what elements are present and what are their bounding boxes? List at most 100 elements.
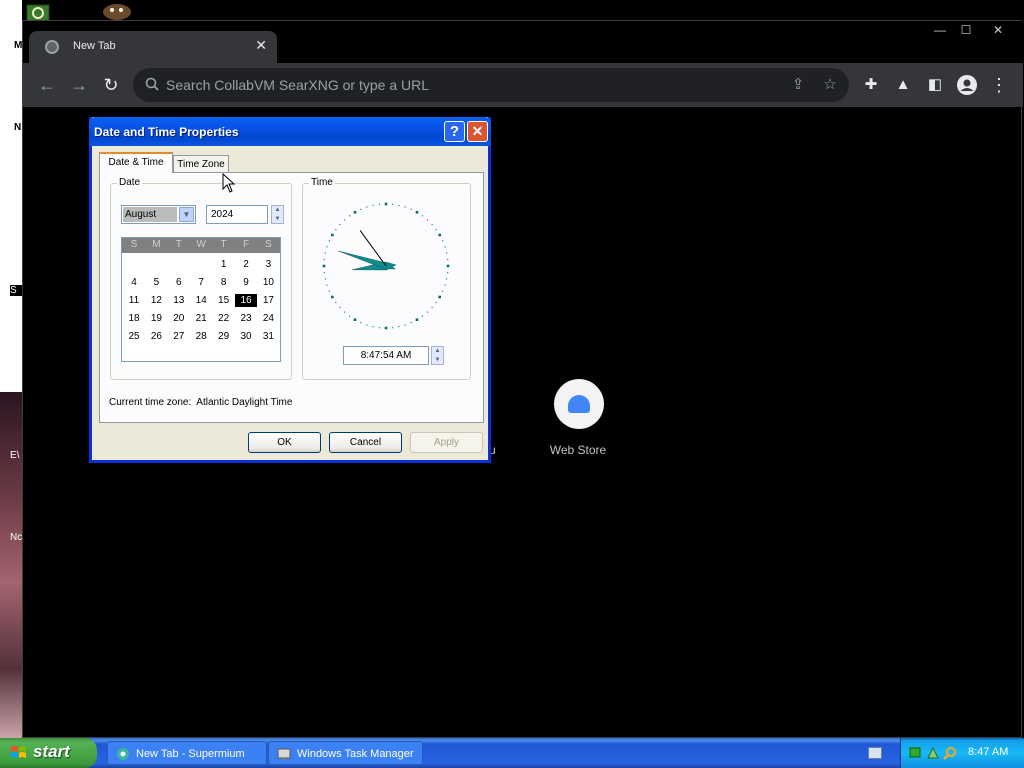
calendar-day[interactable]: 24	[257, 312, 279, 325]
tab-time-zone[interactable]: Time Zone	[173, 155, 229, 173]
extensions-icon[interactable]: ✚	[859, 73, 883, 97]
clock-minute-tick	[391, 203, 394, 205]
month-dropdown[interactable]: August ▼	[121, 205, 196, 224]
clock-minute-tick	[435, 301, 437, 303]
safely-remove-icon[interactable]	[926, 746, 940, 760]
calendar-day[interactable]: 22	[213, 312, 235, 325]
calendar-day[interactable]: 31	[257, 330, 279, 343]
calendar-day[interactable]: 20	[168, 312, 190, 325]
calendar-day[interactable]: 19	[145, 312, 167, 325]
calendar-day[interactable]: 30	[235, 330, 257, 343]
side-panel-icon[interactable]: ◧	[923, 73, 947, 97]
apply-button[interactable]: Apply	[410, 432, 483, 453]
calendar-day[interactable]: 27	[168, 330, 190, 343]
calendar-day[interactable]: 21	[190, 312, 212, 325]
dialog-close-button[interactable]: ✕	[467, 121, 488, 142]
calendar-day[interactable]: 8	[213, 276, 235, 289]
help-button[interactable]: ?	[444, 121, 465, 142]
calendar-day[interactable]: 26	[145, 330, 167, 343]
search-magnifier-icon[interactable]	[943, 746, 957, 760]
clock-hour-tick	[384, 326, 388, 330]
maximize-button[interactable]: ☐	[951, 21, 981, 39]
window-close-button[interactable]: ✕	[983, 21, 1013, 39]
clock-minute-tick	[421, 215, 423, 217]
web-store-shortcut[interactable]	[554, 379, 604, 429]
supermium-icon	[117, 748, 129, 760]
forward-arrow-icon[interactable]: →	[67, 73, 91, 97]
cancel-button[interactable]: Cancel	[329, 432, 402, 453]
calendar-day[interactable]: 2	[235, 258, 257, 271]
web-store-icon	[568, 395, 590, 413]
keyboard-icon[interactable]	[868, 747, 882, 759]
network-icon[interactable]	[909, 746, 923, 760]
calendar-day[interactable]: 28	[190, 330, 212, 343]
clock-minute-tick	[360, 208, 362, 210]
taskbar-item-task-manager[interactable]: Windows Task Manager	[268, 741, 423, 765]
calendar-day[interactable]: 7	[190, 276, 212, 289]
bookmark-star-icon[interactable]: ☆	[820, 75, 840, 95]
date-group-label: Date	[117, 177, 143, 188]
spin-down-icon[interactable]: ▼	[272, 215, 283, 224]
ok-button[interactable]: OK	[248, 432, 321, 453]
dialog-titlebar[interactable]: Date and Time Properties ? ✕	[89, 117, 491, 146]
taskbar: start New Tab - Supermium Windows Task M…	[0, 738, 1024, 768]
back-arrow-icon[interactable]: ←	[35, 73, 59, 97]
calendar-day[interactable]: 4	[123, 276, 145, 289]
calendar-day[interactable]: 29	[213, 330, 235, 343]
year-field[interactable]: 2024	[206, 205, 268, 224]
spin-up-icon[interactable]: ▲	[272, 206, 283, 215]
address-bar[interactable]: Search CollabVM SearXNG or type a URL ⇪ …	[133, 68, 849, 102]
calendar-day[interactable]: 23	[235, 312, 257, 325]
clock-minute-tick	[323, 271, 325, 274]
clock-minute-tick	[444, 246, 446, 248]
desktop-label-fragment: N	[14, 122, 22, 133]
calendar-day[interactable]: 10	[257, 276, 279, 289]
system-tray: 8:47 AM	[900, 738, 1024, 768]
labs-flask-icon[interactable]: ▲	[891, 73, 915, 97]
clock-hour-tick	[438, 295, 441, 299]
weekday-header: T	[175, 239, 182, 250]
calendar-day[interactable]: 12	[145, 294, 167, 307]
calendar-day[interactable]: 15	[213, 294, 235, 307]
calendar-day[interactable]: 18	[123, 312, 145, 325]
spin-down-icon[interactable]: ▼	[432, 356, 443, 365]
search-icon	[145, 77, 159, 91]
profile-avatar-icon[interactable]	[955, 73, 979, 97]
time-field[interactable]: 8:47:54 AM	[343, 346, 429, 365]
calendar-day[interactable]: 16	[235, 294, 257, 307]
calendar-day[interactable]: 1	[213, 258, 235, 271]
calendar-day[interactable]: 13	[168, 294, 190, 307]
calendar-day[interactable]: 6	[168, 276, 190, 289]
calendar-day[interactable]: 17	[257, 294, 279, 307]
time-spinner[interactable]: ▲ ▼	[431, 346, 444, 365]
chevron-down-icon[interactable]: ▼	[179, 207, 194, 222]
calendar-day[interactable]: 5	[145, 276, 167, 289]
clock-minute-tick	[404, 206, 406, 208]
calendar-grid[interactable]: SMTWTFS 1 2 3 4 5 6 7 8 9 10 11 12 13 14 15 16 17 18 19 20 2…	[121, 237, 281, 362]
start-button[interactable]: start	[0, 738, 97, 768]
calendar-day[interactable]: 3	[257, 258, 279, 271]
menu-kebab-icon[interactable]: ⋮	[987, 73, 1011, 97]
calendar-day[interactable]: 14	[190, 294, 212, 307]
year-spinner[interactable]: ▲ ▼	[271, 205, 284, 224]
clock-minute-tick	[339, 223, 341, 226]
calendar-day[interactable]: 11	[123, 294, 145, 307]
clock-hour-tick	[322, 264, 326, 268]
share-icon[interactable]: ⇪	[788, 75, 808, 95]
spin-up-icon[interactable]: ▲	[432, 347, 443, 356]
tab-close-icon[interactable]: ✕	[255, 37, 267, 54]
calendar-day[interactable]: 25	[123, 330, 145, 343]
browser-tab[interactable]: New Tab ✕	[29, 31, 277, 64]
desktop-app-icon[interactable]	[100, 2, 134, 20]
browser-toolbar: ← → ↻ Search CollabVM SearXNG or type a …	[23, 63, 1023, 107]
browser-titlebar: New Tab ✕ — ☐ ✕	[23, 21, 1023, 64]
calendar-day[interactable]: 9	[235, 276, 257, 289]
time-group: Time 8:47:54 AM ▲ ▼	[302, 177, 471, 380]
reload-icon[interactable]: ↻	[99, 73, 123, 97]
taskbar-clock[interactable]: 8:47 AM	[968, 746, 1008, 758]
clock-minute-tick	[366, 206, 368, 208]
clock-minute-tick	[335, 229, 337, 231]
tab-date-time[interactable]: Date & Time	[99, 152, 173, 173]
web-store-label[interactable]: Web Store	[528, 443, 628, 457]
taskbar-item-browser[interactable]: New Tab - Supermium	[107, 741, 267, 765]
